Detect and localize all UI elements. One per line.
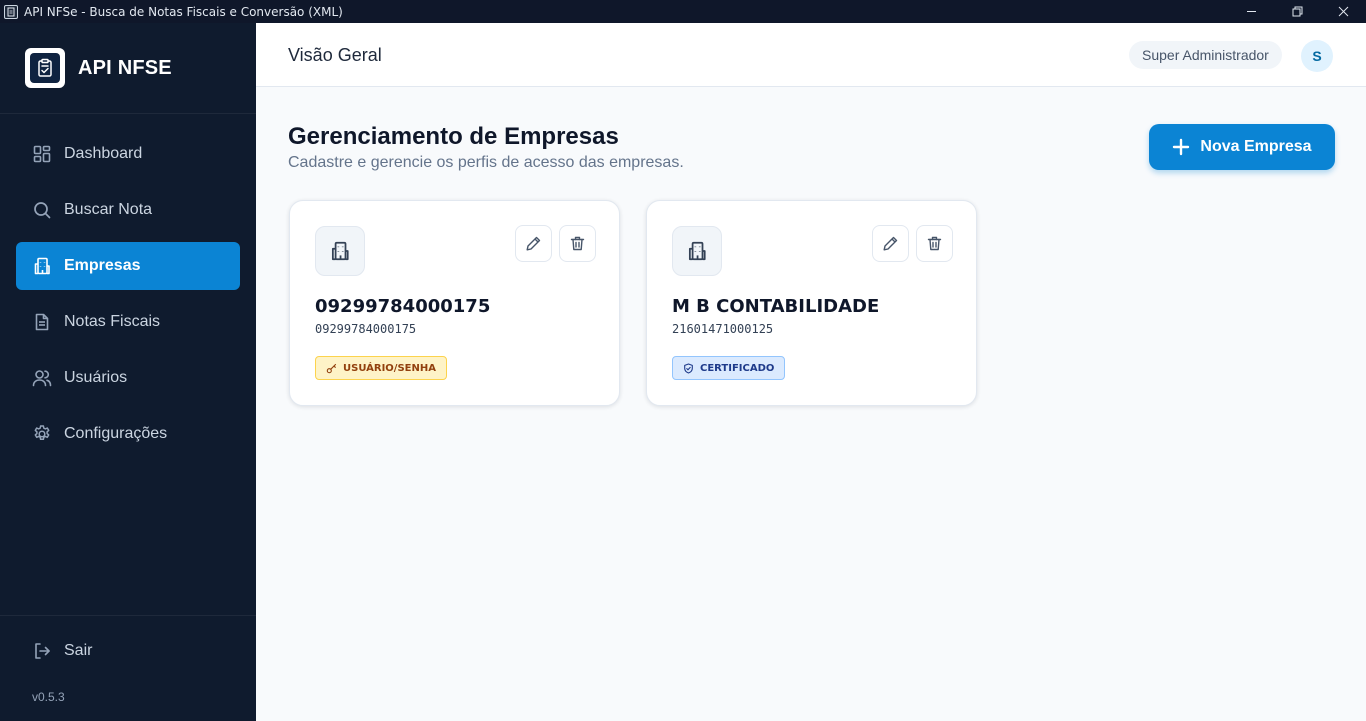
company-cnpj: 09299784000175: [315, 322, 417, 336]
auth-type-label: CERTIFICADO: [700, 362, 775, 374]
grid-icon: [33, 145, 51, 163]
sidebar-item-label: Buscar Nota: [64, 201, 153, 218]
app-icon: [4, 4, 18, 19]
building-icon: [34, 257, 50, 275]
trash-icon: [570, 236, 585, 251]
window-titlebar: API NFSe - Busca de Notas Fiscais e Conv…: [0, 0, 1366, 23]
brand-name: API NFSE: [78, 56, 172, 79]
section-subtitle: Cadastre e gerencie os perfis de acesso …: [288, 154, 684, 171]
close-icon[interactable]: [1320, 0, 1366, 23]
search-icon: [34, 202, 51, 219]
restore-icon[interactable]: [1274, 0, 1320, 23]
shield-icon: [684, 362, 693, 374]
gear-icon: [34, 425, 50, 441]
brand-logo: [25, 48, 65, 88]
company-name: M B CONTABILIDADE: [672, 296, 880, 317]
auth-type-label: USUÁRIO/SENHA: [343, 362, 436, 374]
delete-button[interactable]: [916, 225, 953, 262]
new-company-button-label: Nova Empresa: [1200, 138, 1312, 155]
document-icon: [35, 313, 49, 331]
logout-button[interactable]: Sair: [32, 641, 92, 661]
key-icon: [326, 363, 337, 373]
logout-label: Sair: [64, 642, 93, 659]
sidebar-nav: Dashboard Buscar Nota Empresas Notas Fis…: [0, 114, 256, 458]
sidebar-item-label: Empresas: [64, 257, 141, 274]
auth-type-badge: CERTIFICADO: [672, 356, 786, 380]
trash-icon: [927, 236, 942, 251]
plus-icon: [1173, 138, 1190, 156]
sidebar-item-configuracoes[interactable]: Configurações: [16, 410, 240, 458]
brand: API NFSE: [0, 23, 256, 114]
new-company-button[interactable]: Nova Empresa: [1149, 124, 1335, 170]
delete-button[interactable]: [559, 225, 596, 262]
building-icon: [672, 226, 722, 276]
company-card: M B CONTABILIDADE 21601471000125 CERTIFI…: [646, 200, 977, 406]
sidebar-item-notas-fiscais[interactable]: Notas Fiscais: [16, 298, 240, 346]
sidebar: API NFSE Dashboard Buscar Nota Empresas: [0, 23, 256, 721]
page-title: Visão Geral: [288, 45, 382, 65]
sidebar-item-label: Configurações: [64, 425, 168, 442]
logout-icon: [35, 643, 50, 659]
company-card: 09299784000175 09299784000175 USUÁRIO/SE…: [289, 200, 620, 406]
edit-button[interactable]: [872, 225, 909, 262]
user-role-badge: Super Administrador: [1129, 41, 1282, 69]
top-header: Visão Geral Super Administrador S: [256, 23, 1366, 87]
sidebar-item-label: Dashboard: [64, 145, 143, 162]
sidebar-item-dashboard[interactable]: Dashboard: [16, 130, 240, 178]
sidebar-item-label: Notas Fiscais: [64, 313, 161, 330]
avatar[interactable]: S: [1301, 40, 1333, 72]
users-icon: [32, 370, 52, 387]
pencil-icon: [526, 236, 541, 251]
minimize-icon[interactable]: [1228, 0, 1274, 23]
company-name: 09299784000175: [315, 296, 491, 317]
company-cnpj: 21601471000125: [672, 322, 774, 336]
section-title: Gerenciamento de Empresas: [288, 123, 619, 150]
sidebar-item-buscar-nota[interactable]: Buscar Nota: [16, 186, 240, 234]
sidebar-item-usuarios[interactable]: Usuários: [16, 354, 240, 402]
building-icon: [315, 226, 365, 276]
app-version: v0.5.3: [32, 690, 65, 704]
auth-type-badge: USUÁRIO/SENHA: [315, 356, 447, 380]
sidebar-item-label: Usuários: [64, 369, 128, 386]
window-title: API NFSe - Busca de Notas Fiscais e Conv…: [24, 4, 343, 19]
edit-button[interactable]: [515, 225, 552, 262]
sidebar-item-empresas[interactable]: Empresas: [16, 242, 240, 290]
sidebar-footer: Sair v0.5.3: [0, 615, 256, 721]
pencil-icon: [883, 236, 898, 251]
